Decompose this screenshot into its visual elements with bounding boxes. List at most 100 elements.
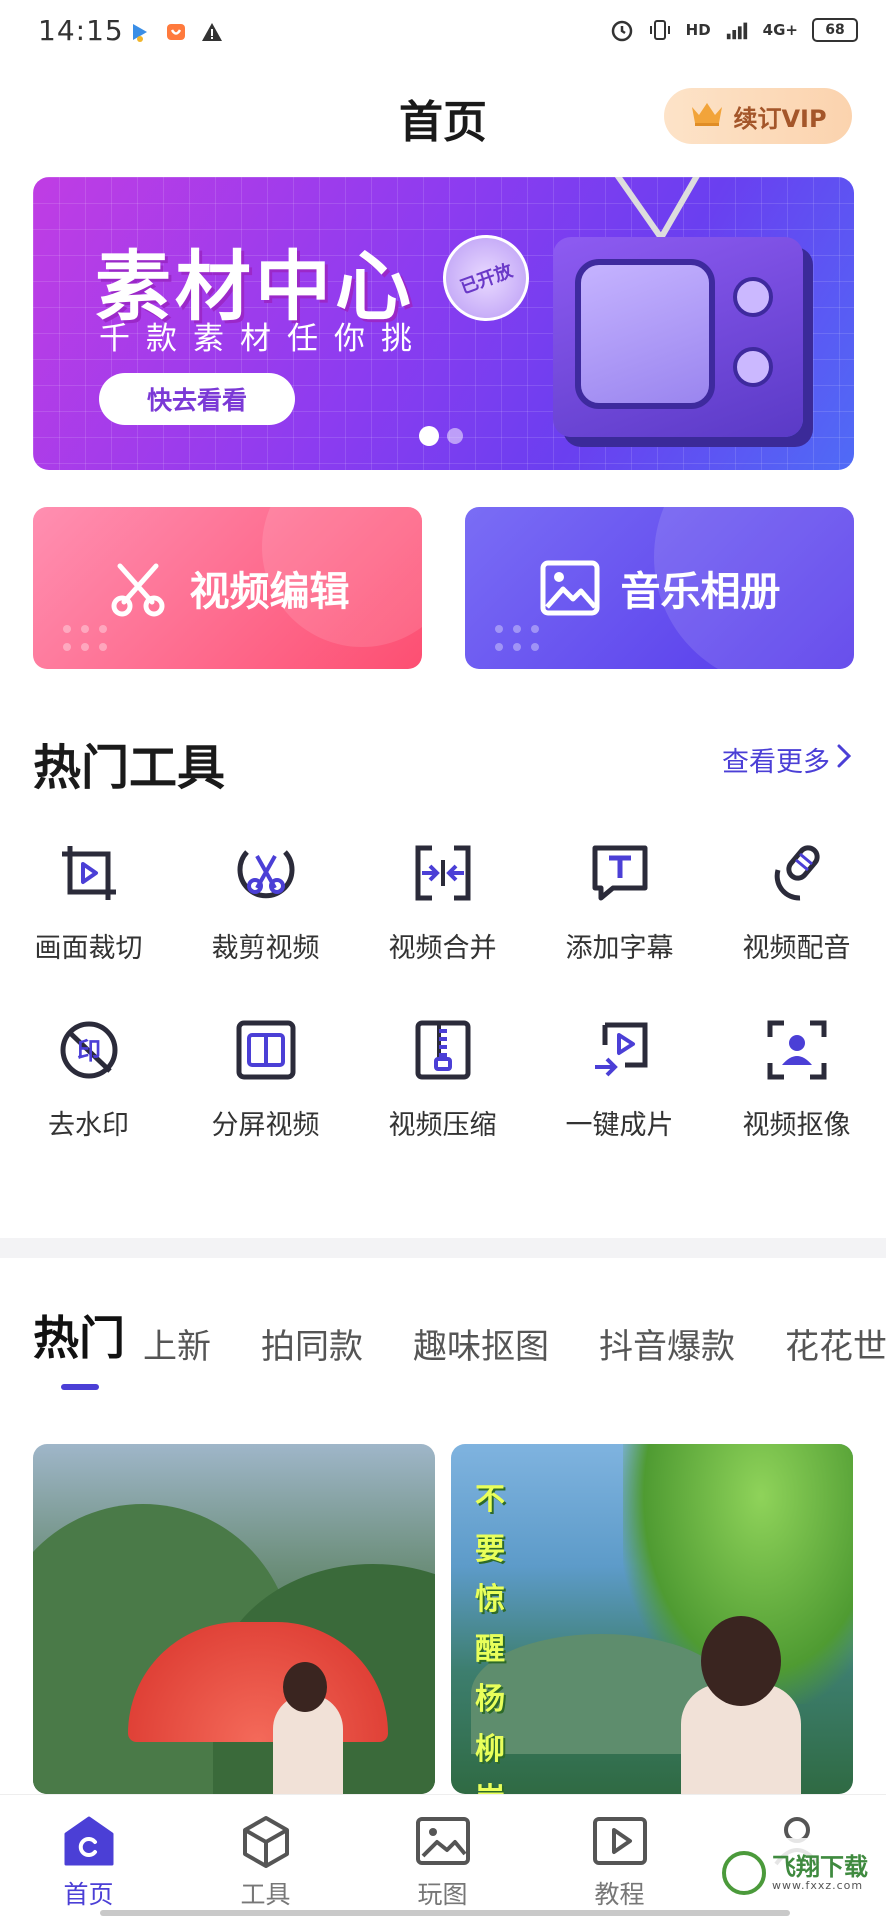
- shield-notification-icon: [164, 20, 188, 44]
- chevron-right-icon: [836, 743, 852, 776]
- play-tutorial-icon: [592, 1813, 648, 1869]
- status-time: 14:15: [38, 14, 124, 47]
- cube-icon: [238, 1813, 294, 1869]
- home-gesture-bar[interactable]: [100, 1910, 790, 1916]
- status-system-icons: HD 4G+ 68: [610, 18, 858, 42]
- status-notification-icons: [128, 20, 224, 44]
- tv-screen: [575, 259, 715, 409]
- banner-pagination: [419, 426, 463, 446]
- tool-voiceover[interactable]: 视频配音: [708, 840, 885, 965]
- caption-char: 岸: [475, 1774, 505, 1794]
- music-album-card[interactable]: 音乐相册: [465, 507, 854, 669]
- template-card-umbrella[interactable]: [33, 1444, 435, 1794]
- battery-indicator: 68: [812, 18, 858, 42]
- scissors-icon: [111, 563, 164, 617]
- hot-tools-title: 热门工具: [33, 740, 226, 796]
- card-caption-vertical: 不 要 惊 醒 杨 柳 岸 那: [475, 1474, 505, 1794]
- tv-illustration: [553, 237, 803, 437]
- nav-tutorials[interactable]: 教程: [531, 1795, 708, 1920]
- video-edit-label: 视频编辑: [189, 569, 350, 615]
- template-card-willow[interactable]: 不 要 惊 醒 杨 柳 岸 那: [451, 1444, 853, 1794]
- app-notification-icon: [128, 20, 152, 44]
- tool-label: 视频合并: [388, 933, 497, 964]
- tool-compress-video[interactable]: 视频压缩: [354, 1017, 531, 1142]
- tab-flowers[interactable]: 花花世: [785, 1319, 886, 1368]
- promo-banner[interactable]: 素材中心 已开放 千款素材任你挑 快去看看: [33, 177, 854, 470]
- nav-label: 工具: [240, 1880, 291, 1909]
- warning-icon: [200, 20, 224, 44]
- one-click-icon: [587, 1017, 653, 1083]
- banner-cta-button[interactable]: 快去看看: [99, 373, 295, 425]
- status-bar: 14:15 HD 4G+ 68: [0, 0, 886, 70]
- tool-merge-video[interactable]: 视频合并: [354, 840, 531, 965]
- tool-remove-watermark[interactable]: 印 去水印: [0, 1017, 177, 1142]
- tab-new[interactable]: 上新: [143, 1319, 211, 1368]
- tool-add-subtitle[interactable]: 添加字幕: [531, 840, 708, 965]
- see-more-link[interactable]: 查看更多: [722, 740, 852, 779]
- section-divider: [0, 1238, 886, 1258]
- caption-char: 不: [475, 1482, 505, 1517]
- remove-watermark-icon: 印: [56, 1017, 122, 1083]
- tool-label: 添加字幕: [565, 933, 674, 964]
- nav-play-pictures[interactable]: 玩图: [354, 1795, 531, 1920]
- vibrate-icon: [648, 18, 672, 42]
- card-dots-decoration: [495, 625, 539, 651]
- picture-icon: [415, 1813, 471, 1869]
- crop-icon: [56, 840, 122, 906]
- card-dots-decoration: [63, 625, 107, 651]
- watermark-logo-icon: [722, 1851, 766, 1895]
- category-tabs: 热门 上新 拍同款 趣味抠图 抖音爆款 花花世: [33, 1302, 886, 1390]
- watermark-text: 飞翔下载 www.fxxz.com: [772, 1852, 868, 1893]
- renew-vip-button[interactable]: 续订VIP: [664, 88, 852, 144]
- merge-icon: [410, 840, 476, 906]
- watermark-url: www.fxxz.com: [772, 1879, 864, 1893]
- tv-knob: [733, 347, 773, 387]
- nav-label: 首页: [63, 1880, 114, 1909]
- tool-trim-video[interactable]: 裁剪视频: [177, 840, 354, 965]
- tool-split-screen[interactable]: 分屏视频: [177, 1017, 354, 1142]
- split-screen-icon: [233, 1017, 299, 1083]
- tool-one-click[interactable]: 一键成片: [531, 1017, 708, 1142]
- tab-fun-cutout[interactable]: 趣味抠图: [413, 1319, 549, 1368]
- tab-douyin-hits[interactable]: 抖音爆款: [599, 1319, 735, 1368]
- video-cut-icon: [233, 840, 299, 906]
- alarm-icon: [610, 18, 634, 42]
- tool-label: 去水印: [48, 1110, 129, 1141]
- nav-tools[interactable]: 工具: [177, 1795, 354, 1920]
- tab-same-style[interactable]: 拍同款: [261, 1319, 363, 1368]
- person-head: [283, 1662, 327, 1712]
- tool-crop[interactable]: 画面裁切: [0, 840, 177, 965]
- banner-subtitle: 千款素材任你挑: [99, 321, 428, 357]
- active-tab-indicator: [61, 1384, 99, 1390]
- nav-label: 玩图: [417, 1880, 468, 1909]
- tool-label: 画面裁切: [34, 933, 143, 964]
- tab-hot[interactable]: 热门: [33, 1302, 125, 1368]
- subtitle-icon: [587, 840, 653, 906]
- tool-label: 视频抠像: [742, 1110, 851, 1141]
- caption-char: 醒: [475, 1632, 505, 1667]
- portrait-cutout-icon: [764, 1017, 830, 1083]
- image-icon: [540, 560, 599, 616]
- see-more-label: 查看更多: [722, 747, 830, 778]
- site-watermark: 飞翔下载 www.fxxz.com: [720, 1838, 870, 1908]
- caption-char: 杨: [475, 1682, 505, 1717]
- video-edit-card[interactable]: 视频编辑: [33, 507, 422, 669]
- watermark-brand: 飞翔下载: [772, 1852, 868, 1881]
- music-album-label: 音乐相册: [620, 569, 781, 615]
- nav-label: 教程: [594, 1880, 645, 1909]
- compress-icon: [410, 1017, 476, 1083]
- hd-indicator: HD: [685, 21, 711, 39]
- tool-label: 视频压缩: [388, 1110, 497, 1141]
- tool-label: 视频配音: [742, 933, 851, 964]
- tool-portrait-cutout[interactable]: 视频抠像: [708, 1017, 885, 1142]
- pagination-dot: [447, 428, 463, 444]
- nav-home[interactable]: 首页: [0, 1795, 177, 1920]
- svg-text:印: 印: [77, 1037, 101, 1065]
- hot-tools-grid: 画面裁切 裁剪视频 视频合并 添加字幕 视频配音 印 去水印 分屏视频 视频压缩…: [0, 840, 886, 1142]
- caption-char: 惊: [475, 1582, 505, 1617]
- tool-label: 裁剪视频: [211, 933, 320, 964]
- caption-char: 要: [475, 1532, 505, 1567]
- pagination-dot-active: [419, 426, 439, 446]
- tool-label: 一键成片: [565, 1110, 674, 1141]
- caption-char: 柳: [475, 1732, 505, 1767]
